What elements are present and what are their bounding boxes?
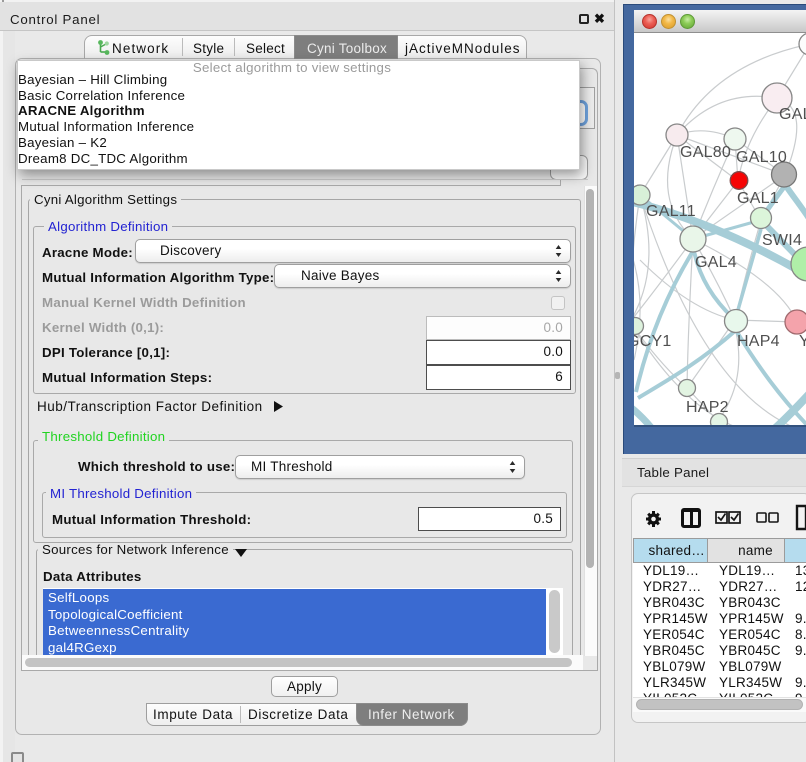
svg-text:HAP2: HAP2 bbox=[686, 399, 729, 416]
svg-text:GAL4: GAL4 bbox=[695, 254, 737, 271]
svg-text:GAL80: GAL80 bbox=[680, 144, 731, 161]
svg-text:Y: Y bbox=[799, 333, 806, 350]
svg-text:HAP4: HAP4 bbox=[737, 333, 780, 350]
svg-text:GAL7: GAL7 bbox=[779, 106, 806, 123]
svg-text:GAL1: GAL1 bbox=[737, 190, 779, 207]
svg-text:SWI4: SWI4 bbox=[762, 232, 802, 249]
svg-text:GAL11: GAL11 bbox=[646, 203, 696, 220]
svg-text:GAL10: GAL10 bbox=[736, 149, 787, 166]
svg-text:GCY1: GCY1 bbox=[634, 333, 672, 350]
